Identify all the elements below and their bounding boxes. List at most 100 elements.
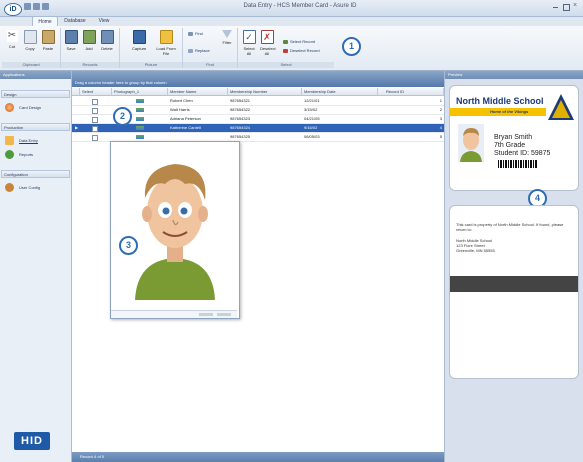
row-indicator-header <box>72 88 80 96</box>
tab-database[interactable]: Database <box>60 16 90 26</box>
grid-top-bar <box>72 71 444 79</box>
member-name-cell[interactable]: Walt Harris <box>168 106 228 114</box>
avatar-illustration <box>135 164 215 300</box>
applications-header: Applications <box>0 71 71 79</box>
membership-date-cell[interactable]: 04/21/05 <box>302 115 378 123</box>
callout-2: 2 <box>113 107 132 126</box>
select-all-button[interactable]: ✓ Select All <box>242 30 256 56</box>
preview-header: Preview <box>445 71 583 79</box>
card-back-text: This card is property of North Middle Sc… <box>456 222 564 232</box>
design-section[interactable]: Design <box>1 90 70 98</box>
popup-ok-button[interactable] <box>199 313 213 316</box>
select-record-button[interactable]: Select Record <box>283 39 315 44</box>
row-select-checkbox[interactable] <box>92 108 98 114</box>
filter-button[interactable]: Filter <box>220 30 234 45</box>
dropdown-icon[interactable] <box>42 3 49 10</box>
find-button[interactable]: Find <box>188 31 203 36</box>
paste-button[interactable]: Paste <box>41 30 55 51</box>
photo-thumbnail[interactable] <box>136 99 144 103</box>
add-button[interactable]: Add <box>82 30 96 51</box>
nav-reports[interactable]: Reports <box>5 149 33 161</box>
photo-thumbnail[interactable] <box>136 126 144 130</box>
col-header-membership-date[interactable]: Membership Date <box>302 88 378 96</box>
member-name-cell[interactable]: Adriana Peterson <box>168 115 228 123</box>
col-header-photograph[interactable]: Photograph_1 <box>112 88 168 96</box>
membership-number-cell[interactable]: 987654324 <box>228 124 302 132</box>
minimize-icon[interactable] <box>553 7 558 8</box>
window-controls: × <box>553 2 579 11</box>
row-select-checkbox[interactable] <box>92 99 98 105</box>
popup-cancel-button[interactable] <box>217 313 231 316</box>
col-header-record-id[interactable]: Record ID <box>378 88 444 96</box>
record-navigator[interactable]: Record 4 of 5 <box>72 452 444 462</box>
data-entry-icon <box>5 136 14 146</box>
replace-button[interactable]: Replace <box>188 48 210 53</box>
capture-button[interactable]: Capture <box>132 30 146 51</box>
clipboard-group: ✂ Cut Copy Paste Clipboard <box>2 28 61 68</box>
col-header-select[interactable]: Select <box>80 88 112 96</box>
scissors-icon: ✂ <box>6 30 18 42</box>
save-icon[interactable] <box>24 3 31 10</box>
row-select-checkbox[interactable] <box>92 135 98 141</box>
paste-icon <box>41 30 55 44</box>
group-by-bar[interactable]: Drag a column header here to group by th… <box>72 79 444 87</box>
nav-data-entry[interactable]: Data Entry <box>5 135 38 147</box>
callout-1: 1 <box>342 37 361 56</box>
viking-mascot-icon <box>548 94 574 120</box>
student-id: Student ID: 59875 <box>494 150 551 157</box>
record-id-cell: 1 <box>439 98 442 103</box>
nav-user-config[interactable]: User Config <box>5 182 40 194</box>
save-button[interactable]: Save <box>64 30 78 51</box>
deselect-all-button[interactable]: ✗ Deselect All <box>260 30 276 56</box>
find-group: Find Replace Filter Find <box>183 28 238 68</box>
col-header-member-name[interactable]: Member Name <box>168 88 228 96</box>
table-row[interactable]: Katherine Cardell 987654324 9/16/02 4 ▶ <box>72 124 444 133</box>
delete-button[interactable]: Delete <box>100 30 114 51</box>
membership-number-cell[interactable]: 987654325 <box>228 133 302 141</box>
hid-logo: HID <box>14 432 50 450</box>
nav-card-design[interactable]: Card Design <box>5 102 41 114</box>
undo-icon[interactable] <box>33 3 40 10</box>
maximize-icon[interactable] <box>563 4 570 11</box>
add-record-icon <box>82 30 96 44</box>
close-icon[interactable]: × <box>573 2 577 9</box>
student-grade: 7th Grade <box>494 142 526 149</box>
membership-number-cell[interactable]: 987654322 <box>228 106 302 114</box>
picture-group: Capture Load From File Picture <box>120 28 183 68</box>
membership-date-cell[interactable]: 3/15/02 <box>302 106 378 114</box>
deselect-record-button[interactable]: Deselect Record <box>283 48 320 53</box>
save-record-icon <box>64 30 78 44</box>
school-name: North Middle School <box>456 96 544 106</box>
window-title: Data Entry - HCS Member Card - Asure ID <box>243 3 357 9</box>
cut-button[interactable]: ✂ Cut <box>5 30 19 49</box>
production-section[interactable]: Production <box>1 123 70 131</box>
row-select-checkbox[interactable] <box>92 117 98 123</box>
membership-number-cell[interactable]: 987654323 <box>228 115 302 123</box>
photo-thumbnail[interactable] <box>136 108 144 112</box>
card-design-icon <box>5 103 14 113</box>
membership-number-cell[interactable]: 987654321 <box>228 97 302 105</box>
membership-date-cell[interactable]: 06/05/03 <box>302 133 378 141</box>
col-header-membership-number[interactable]: Membership Number <box>228 88 302 96</box>
copy-button[interactable]: Copy <box>23 30 37 51</box>
photo-thumbnail[interactable] <box>136 135 144 139</box>
app-logo[interactable]: iD <box>4 3 22 16</box>
user-config-icon <box>5 183 14 193</box>
member-name-cell[interactable]: Robert Chen <box>168 97 228 105</box>
copy-icon <box>23 30 37 44</box>
row-select-checkbox[interactable] <box>92 126 98 132</box>
member-name-cell[interactable]: Katherine Cardell <box>168 124 228 132</box>
membership-date-cell[interactable]: 9/16/02 <box>302 124 378 132</box>
records-group: Save Add Delete Records <box>61 28 120 68</box>
member-name-cell[interactable] <box>168 133 228 141</box>
tab-view[interactable]: View <box>94 16 114 26</box>
photo-thumbnail[interactable] <box>136 117 144 121</box>
x-mark-icon: ✗ <box>260 30 274 44</box>
configuration-section[interactable]: Configuration <box>1 170 70 178</box>
table-row[interactable]: Robert Chen 987654321 12/21/01 1 <box>72 97 444 106</box>
delete-record-icon <box>100 30 114 44</box>
clipboard-group-label: Clipboard <box>2 62 60 68</box>
load-from-file-button[interactable]: Load From File <box>155 30 177 56</box>
record-navigator-label: Record 4 of 5 <box>80 454 105 459</box>
membership-date-cell[interactable]: 12/21/01 <box>302 97 378 105</box>
